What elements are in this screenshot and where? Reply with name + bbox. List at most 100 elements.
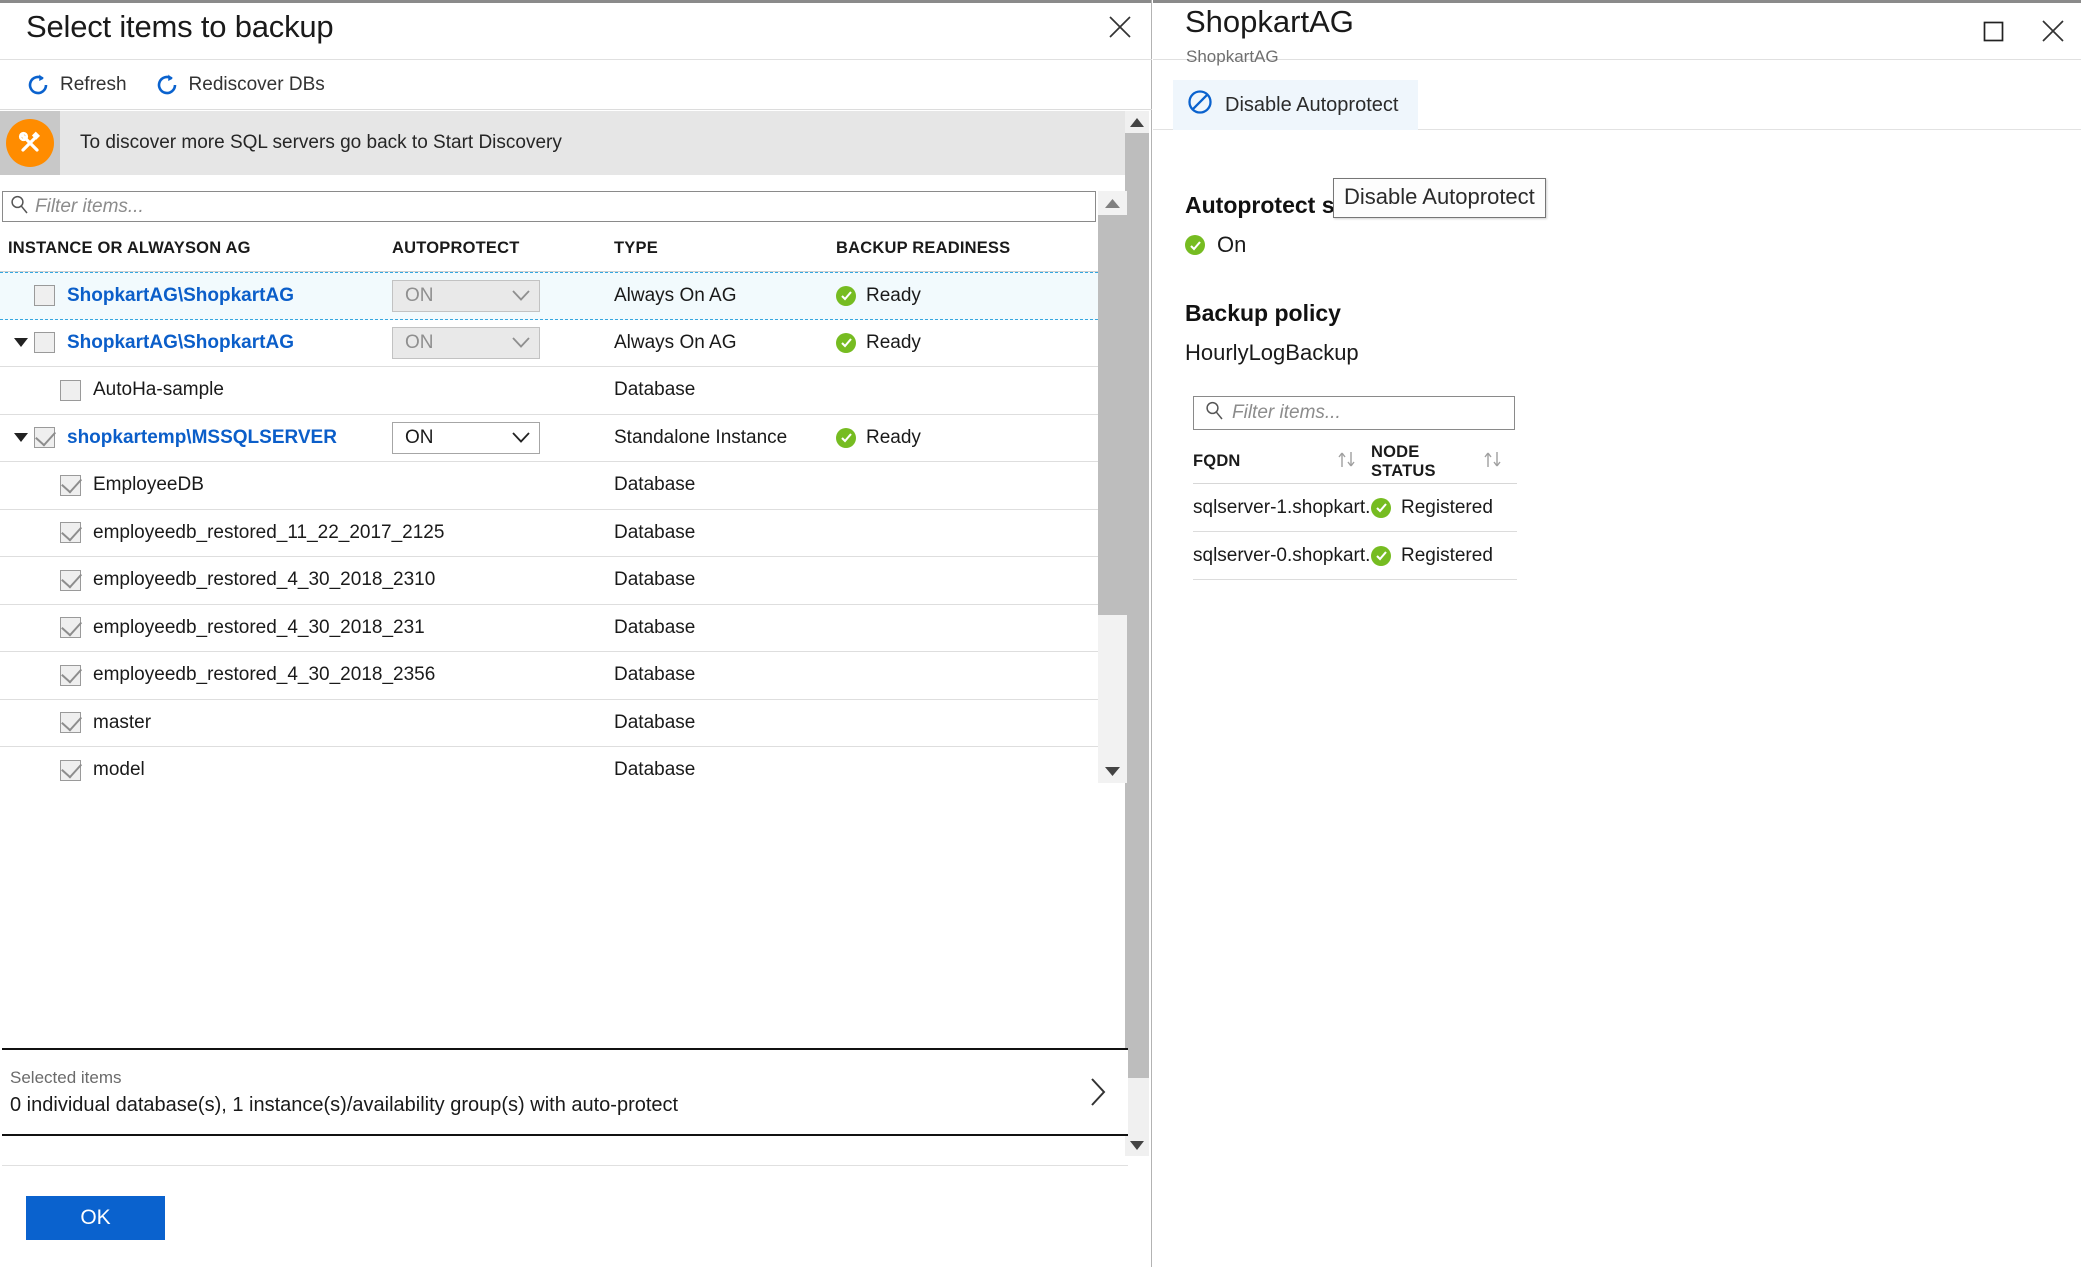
notice-icon-container [0, 111, 60, 175]
row-checkbox[interactable] [60, 712, 81, 734]
node-table: FQDN NODE STATUS sqlserver-1.shopkart...… [1193, 440, 1517, 580]
items-grid: INSTANCE OR ALWAYSON AG AUTOPROTECT TYPE… [0, 226, 1098, 783]
chevron-right-icon[interactable] [1068, 1077, 1128, 1107]
database-name: AutoHa-sample [93, 379, 224, 401]
scroll-up-icon[interactable] [1125, 111, 1149, 133]
page-title: Select items to backup [26, 9, 334, 44]
table-row[interactable]: shopkartemp\MSSQLSERVER ON Standalone Inst… [0, 414, 1098, 462]
cell-type: Always On AG [614, 284, 737, 306]
column-header-node-status[interactable]: NODE STATUS [1371, 443, 1517, 481]
row-checkbox[interactable] [60, 474, 81, 496]
cell-type: Database [614, 474, 696, 496]
cell-autoprotect: ON [392, 326, 614, 359]
table-row[interactable]: employeedb_restored_4_30_2018_231 Databas… [0, 604, 1098, 652]
cell-instance-name: ShopkartAG\ShopkartAG [0, 285, 392, 307]
row-checkbox[interactable] [60, 569, 81, 591]
database-name: employeedb_restored_4_30_2018_2356 [93, 664, 436, 686]
ok-button[interactable]: OK [26, 1196, 165, 1240]
backup-policy-label: Backup policy [1185, 300, 1341, 326]
autoprotect-status-value: On [1217, 232, 1247, 257]
autoprotect-dropdown: ON [392, 279, 540, 312]
node-table-row[interactable]: sqlserver-1.shopkart.... Registered [1193, 484, 1517, 532]
table-row[interactable]: EmployeeDB Database [0, 462, 1098, 510]
column-header-fqdn[interactable]: FQDN [1193, 451, 1371, 473]
expand-collapse-icon[interactable] [8, 433, 34, 443]
blade-scrollbar-thumb[interactable] [1125, 133, 1149, 1078]
disable-autoprotect-button[interactable]: Disable Autoprotect [1173, 80, 1419, 130]
row-checkbox[interactable] [60, 759, 81, 781]
selected-items-panel[interactable]: Selected items 0 individual database(s),… [2, 1048, 1128, 1136]
sort-icon[interactable] [1337, 451, 1357, 473]
backup-policy-value: HourlyLogBackup [1185, 340, 1359, 365]
autoprotect-value: ON [405, 284, 434, 306]
table-row[interactable]: ShopkartAG\ShopkartAG ON Always On AG Ready [0, 319, 1098, 367]
grid-scroll-down-icon[interactable] [1098, 759, 1127, 783]
sort-icon[interactable] [1483, 451, 1503, 473]
status-badge: Ready [836, 427, 1086, 449]
node-table-header: FQDN NODE STATUS [1193, 440, 1517, 484]
row-checkbox[interactable] [60, 379, 81, 401]
right-command-bar: Disable Autoprotect [1153, 80, 2081, 130]
table-row[interactable]: employeedb_restored_4_30_2018_2356 Databa… [0, 652, 1098, 700]
database-name: EmployeeDB [93, 474, 204, 496]
table-row[interactable]: master Database [0, 699, 1098, 747]
grid-scroll-up-icon[interactable] [1098, 191, 1127, 215]
maximize-icon[interactable] [1971, 9, 2015, 53]
grid-scrollbar-thumb[interactable] [1098, 215, 1127, 615]
scroll-down-icon[interactable] [1125, 1134, 1149, 1156]
blade-scrollbar[interactable] [1125, 111, 1149, 1156]
table-row[interactable]: ShopkartAG\ShopkartAG ON Always On AG Ready [0, 272, 1098, 320]
cell-node-status: Registered [1371, 497, 1517, 519]
status-badge: Ready [836, 332, 1086, 354]
autoprotect-dropdown[interactable]: ON [392, 421, 540, 454]
filter-items-input[interactable] [35, 192, 1095, 221]
status-badge: Ready [836, 285, 1086, 307]
row-checkbox[interactable] [60, 617, 81, 639]
cell-type: Database [614, 616, 696, 638]
database-name: employeedb_restored_4_30_2018_2310 [93, 569, 436, 591]
refresh-button[interactable]: Refresh [12, 63, 141, 107]
instance-link[interactable]: ShopkartAG\ShopkartAG [67, 285, 294, 307]
instance-link[interactable]: shopkartemp\MSSQLSERVER [67, 427, 337, 449]
row-checkbox[interactable] [60, 522, 81, 544]
cell-type: Database [614, 521, 696, 543]
instance-link[interactable]: ShopkartAG\ShopkartAG [67, 332, 294, 354]
row-checkbox[interactable] [60, 664, 81, 686]
row-checkbox[interactable] [34, 427, 55, 449]
table-row[interactable]: AutoHa-sample Database [0, 367, 1098, 415]
expand-collapse-icon[interactable] [8, 338, 34, 348]
close-icon[interactable] [2031, 9, 2075, 53]
row-checkbox[interactable] [34, 285, 55, 307]
block-icon [1187, 89, 1213, 121]
app-root: Select items to backup Refresh Rediscove… [0, 0, 2081, 1267]
cell-type: Database [614, 569, 696, 591]
rediscover-dbs-button[interactable]: Rediscover DBs [141, 63, 339, 107]
close-icon[interactable] [1098, 5, 1142, 49]
column-header-type: TYPE [614, 239, 658, 257]
disable-autoprotect-tooltip: Disable Autoprotect [1333, 178, 1546, 218]
cell-type: Database [614, 379, 696, 401]
cell-type: Standalone Instance [614, 426, 788, 448]
rediscover-dbs-label: Rediscover DBs [188, 73, 325, 95]
cell-instance-name: employeedb_restored_4_30_2018_2310 [0, 569, 435, 591]
node-filter-input[interactable] [1232, 397, 1514, 429]
refresh-icon [26, 73, 50, 97]
node-status-text: Registered [1401, 496, 1493, 518]
cell-backup-readiness: Ready [836, 285, 1086, 307]
discovery-notice: To discover more SQL servers go back to … [0, 111, 1127, 175]
row-checkbox[interactable] [34, 332, 55, 354]
table-row[interactable]: employeedb_restored_11_22_2017_2125 Datab… [0, 509, 1098, 557]
selected-items-texts: Selected items 0 individual database(s),… [2, 1068, 1068, 1117]
command-bar: Refresh Rediscover DBs [0, 60, 1152, 110]
search-icon [1205, 401, 1224, 425]
grid-scrollbar[interactable] [1098, 191, 1127, 783]
select-items-blade: Select items to backup Refresh Rediscove… [0, 0, 1152, 1267]
column-header-fqdn-label: FQDN [1193, 452, 1241, 470]
filter-items-box[interactable] [2, 191, 1096, 222]
column-header-node-status-label: NODE STATUS [1371, 442, 1436, 480]
node-table-row[interactable]: sqlserver-0.shopkart.... Registered [1193, 532, 1517, 580]
table-row[interactable]: employeedb_restored_4_30_2018_2310 Databa… [0, 557, 1098, 605]
table-row[interactable]: model Database [0, 747, 1098, 783]
readiness-text: Ready [866, 284, 921, 306]
node-filter-box[interactable] [1193, 396, 1515, 430]
